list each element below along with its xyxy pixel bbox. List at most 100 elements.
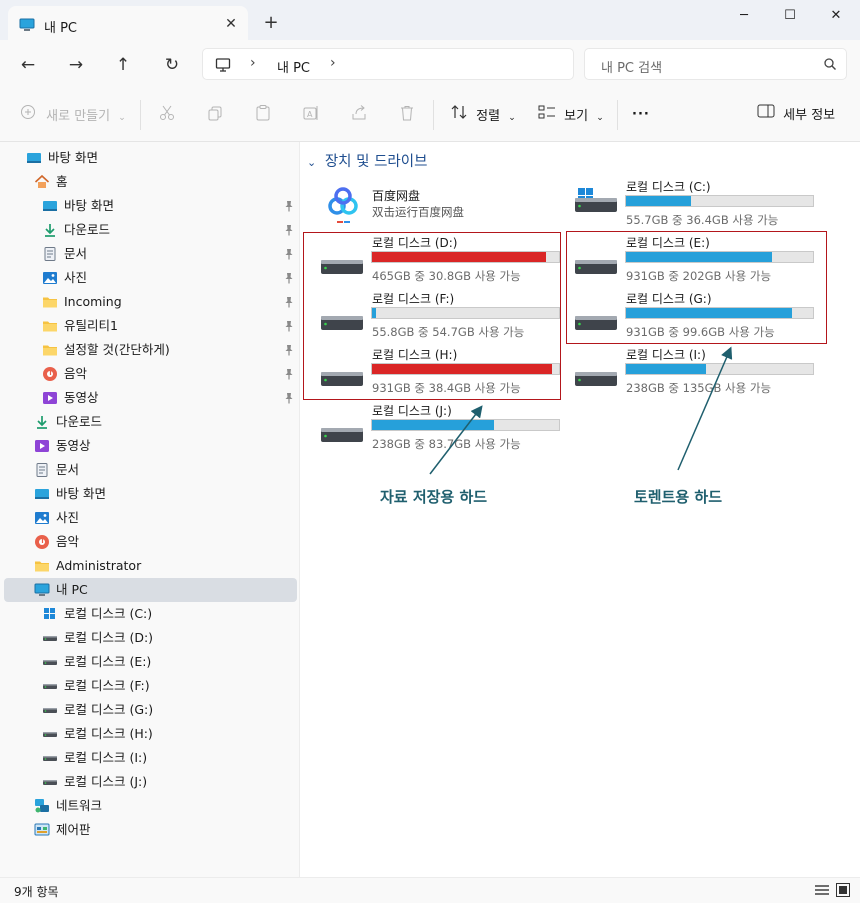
sidebar-item-label: 음악 <box>56 534 80 549</box>
pin-icon <box>283 296 295 308</box>
status-bar: 9개 항목 <box>0 877 860 903</box>
view-button[interactable]: 보기 ⌄ <box>538 104 604 126</box>
drive-icon <box>42 630 58 646</box>
sidebar-item-label: 제어판 <box>56 822 91 837</box>
sidebar-item-label: 동영상 <box>56 438 91 453</box>
pin-icon <box>283 392 295 404</box>
folder-icon <box>42 318 58 334</box>
pin-icon <box>283 272 295 284</box>
home-icon <box>34 174 50 190</box>
drive-icon <box>42 774 58 790</box>
details-pane-button[interactable]: 세부 정보 <box>757 104 835 126</box>
details-label: 세부 정보 <box>783 107 836 123</box>
minimize-button[interactable]: ─ <box>730 6 758 26</box>
navigation-pane: 바탕 화면 홈 바탕 화면 다운로드 문서 사진 Incoming 유틸리티1 설정할 것(간단… <box>0 142 300 877</box>
control-panel-icon <box>34 822 50 838</box>
search-input[interactable]: 내 PC 검색 <box>584 48 847 80</box>
annotation-arrows <box>429 346 733 475</box>
sidebar-item-label: 로컬 디스크 (H:) <box>64 726 153 741</box>
annotation-storage-label: 자료 저장용 하드 <box>380 488 488 506</box>
rename-icon[interactable]: A <box>302 104 320 126</box>
pictures-icon <box>42 270 58 286</box>
drive-icon <box>42 750 58 766</box>
divider <box>433 100 434 130</box>
details-view-icon[interactable] <box>815 884 829 899</box>
sidebar-item-label: 로컬 디스크 (J:) <box>64 774 148 789</box>
folder-icon <box>34 558 50 574</box>
annotation-torrent-label: 토렌트용 하드 <box>634 488 723 506</box>
up-button[interactable]: ↑ <box>110 52 136 78</box>
document-icon <box>42 246 58 262</box>
breadcrumb-chevron-icon[interactable]: › <box>250 55 256 71</box>
arrow-storage <box>429 405 483 475</box>
network-icon <box>34 798 50 814</box>
pin-icon <box>283 368 295 380</box>
delete-icon[interactable] <box>398 104 416 126</box>
tab-title: 내 PC <box>44 21 78 36</box>
chevron-down-icon: ⌄ <box>596 112 604 123</box>
close-window-button[interactable]: ✕ <box>822 6 850 26</box>
pictures-icon <box>34 510 50 526</box>
tiles-view-icon[interactable] <box>836 883 850 900</box>
sidebar-item-label: 내 PC <box>56 582 88 597</box>
download-icon <box>34 414 50 430</box>
details-pane-icon <box>757 104 775 126</box>
divider <box>617 100 618 130</box>
cut-icon[interactable] <box>158 104 176 126</box>
sidebar-item-label: Administrator <box>56 558 142 573</box>
sort-icon <box>450 104 468 128</box>
desktop-icon <box>34 486 50 502</box>
sidebar-item-label: 다운로드 <box>56 414 103 429</box>
drive-icon <box>42 726 58 742</box>
sidebar-item-label: 음악 <box>64 366 88 381</box>
drive-icon <box>42 702 58 718</box>
back-button[interactable]: ← <box>15 52 41 78</box>
sidebar-item-label: 바탕 화면 <box>48 150 98 165</box>
breadcrumb-chevron-icon[interactable]: › <box>330 55 336 71</box>
search-icon <box>823 57 837 74</box>
copy-icon[interactable] <box>206 104 224 126</box>
music-icon <box>34 534 50 550</box>
sidebar-item-label: 홈 <box>56 174 68 189</box>
sidebar-item-label: 로컬 디스크 (E:) <box>64 654 152 669</box>
new-button[interactable]: 새로 만들기 ⌄ <box>20 104 126 126</box>
chevron-down-icon: ⌄ <box>508 112 516 123</box>
divider <box>140 100 141 130</box>
item-count: 9개 항목 <box>14 885 59 899</box>
sidebar-item-label: 사진 <box>56 510 80 525</box>
download-icon <box>42 222 58 238</box>
sidebar-item-label: 로컬 디스크 (F:) <box>64 678 150 693</box>
sidebar-item-label: 문서 <box>56 462 80 477</box>
monitor-icon <box>215 57 231 76</box>
address-bar[interactable]: › 내 PC › <box>202 48 574 80</box>
desktop-icon <box>42 198 58 214</box>
command-bar: 새로 만들기 ⌄ A 정렬 ⌄ 보기 ⌄ ··· 세부 정보 <box>0 88 860 142</box>
new-tab-button[interactable]: + <box>260 12 282 34</box>
sidebar-item-label: 설정할 것(간단하게) <box>64 342 170 357</box>
breadcrumb[interactable]: 내 PC <box>277 57 310 76</box>
tab-close-button[interactable]: ✕ <box>221 14 241 34</box>
pin-icon <box>283 248 295 260</box>
pin-icon <box>283 344 295 356</box>
sidebar-item-label: 다운로드 <box>64 222 111 237</box>
sidebar-item-label: 사진 <box>64 270 88 285</box>
windows-drive-icon <box>42 606 58 622</box>
refresh-button[interactable]: ↻ <box>159 52 185 78</box>
paste-icon[interactable] <box>254 104 272 126</box>
sort-button[interactable]: 정렬 ⌄ <box>450 104 516 126</box>
pc-icon <box>19 17 35 36</box>
forward-button[interactable]: → <box>63 52 89 78</box>
content-area: ⌄ 장치 및 드라이브 百度网盘 双击运行百度网盘 로컬 디스크 (C:) 55.… <box>301 142 860 877</box>
share-icon[interactable] <box>350 104 368 126</box>
sidebar-item-label: 로컬 디스크 (C:) <box>64 606 153 621</box>
view-icon <box>538 104 556 128</box>
sidebar-item-label: 문서 <box>64 246 88 261</box>
drive-icon <box>42 678 58 694</box>
video-icon <box>34 438 50 454</box>
sidebar-item-label: 바탕 화면 <box>56 486 106 501</box>
maximize-button[interactable]: ☐ <box>776 6 804 26</box>
pc-icon <box>34 582 50 598</box>
desktop-icon <box>26 150 42 166</box>
sidebar-item-label: Incoming <box>64 294 122 309</box>
more-options-button[interactable]: ··· <box>632 104 650 126</box>
